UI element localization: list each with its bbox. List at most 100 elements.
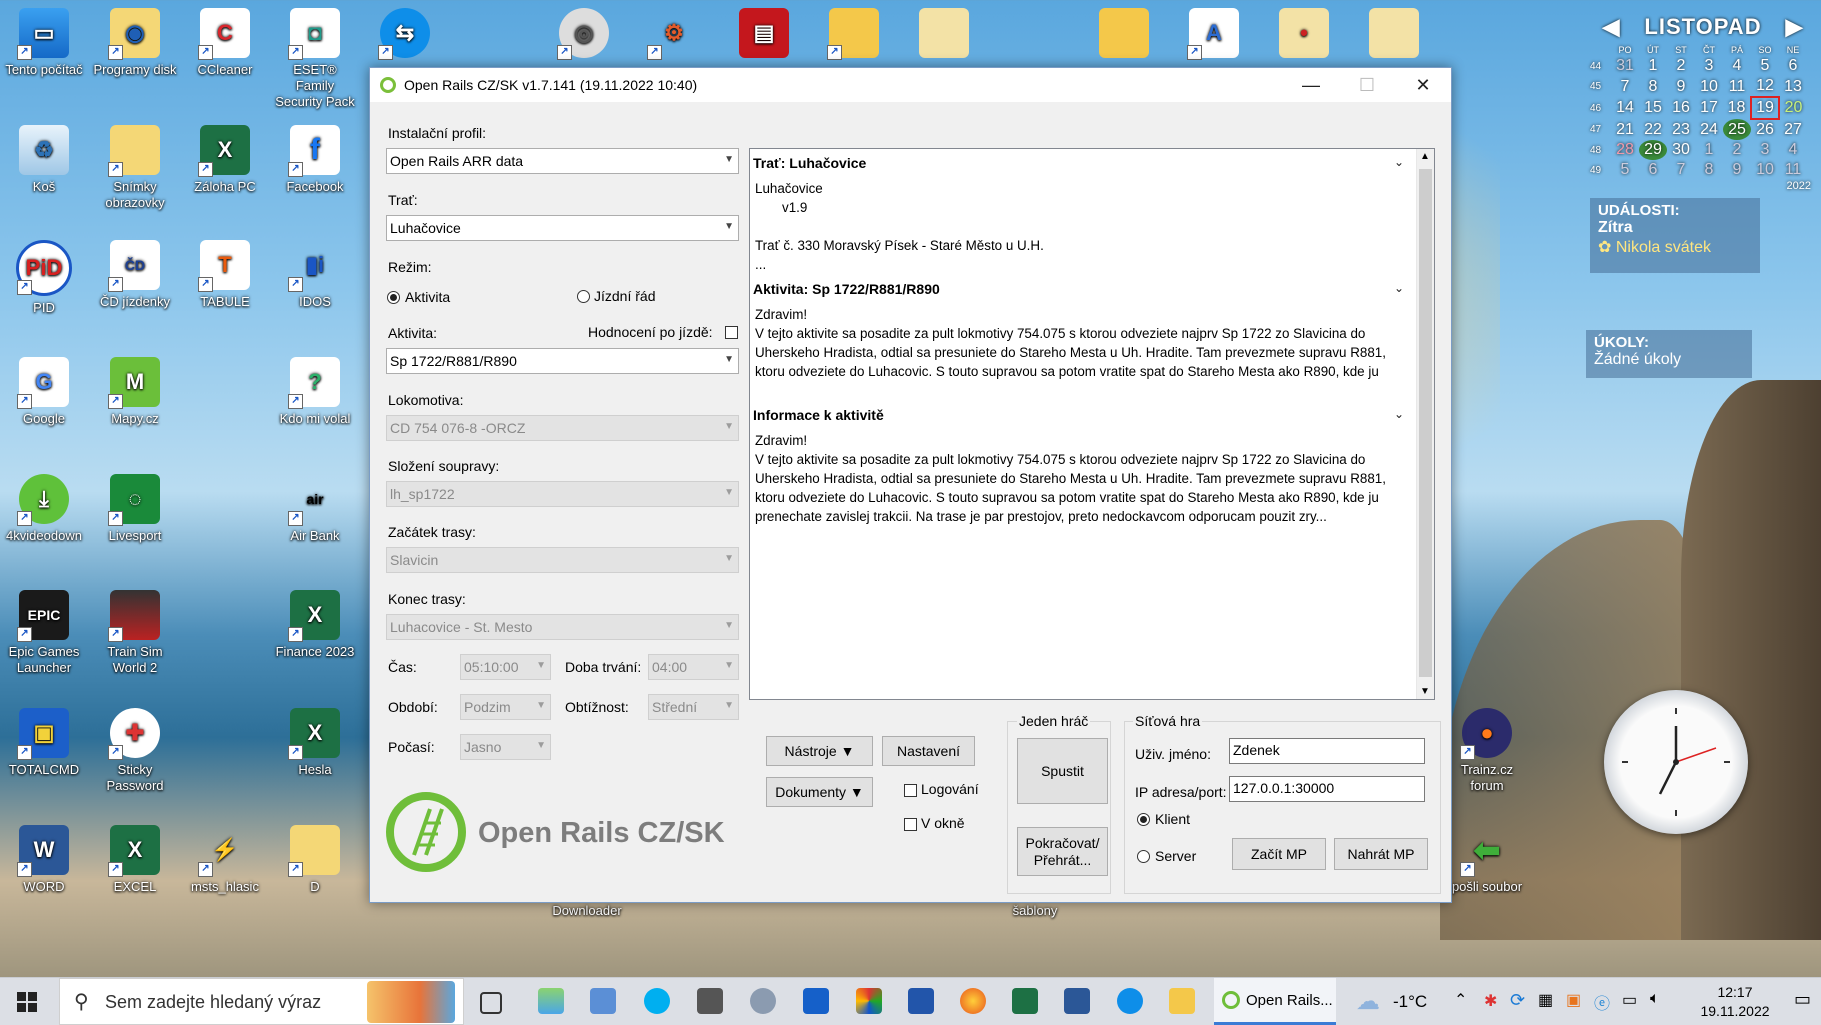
store-icon[interactable] xyxy=(803,988,829,1014)
weather-cloud-icon[interactable]: ☁ xyxy=(1356,987,1380,1016)
desktop-icon-facebook[interactable]: f ↗ Facebook xyxy=(273,125,357,195)
chevron-up-icon[interactable]: ▲ xyxy=(1420,151,1430,162)
activity-select[interactable]: Sp 1722/R881/R890 ▼ xyxy=(386,348,739,374)
client-label[interactable]: Klient xyxy=(1155,811,1190,827)
desktop-icon-google[interactable]: G ↗ Google xyxy=(2,357,86,427)
start-button[interactable]: Spustit xyxy=(1017,738,1108,804)
tray-icon-5[interactable]: ⓔ xyxy=(1594,990,1610,1014)
chevron-down-icon[interactable]: ⌄ xyxy=(1394,407,1404,421)
network-icon[interactable]: ▭ xyxy=(1622,990,1637,1010)
desktop-icon-screenshots[interactable]: ↗ Snímky obrazovky xyxy=(93,125,177,211)
windowed-checkbox[interactable] xyxy=(904,818,917,831)
desktop-icon-tabule[interactable]: T ↗ TABULE xyxy=(183,240,267,310)
desktop-icon-totalcmd[interactable]: ▣ ↗ TOTALCMD xyxy=(2,708,86,778)
file-explorer-icon[interactable] xyxy=(1169,988,1195,1014)
desktop-icon-hesla[interactable]: X ↗ Hesla xyxy=(273,708,357,778)
desktop-icon-epic-games[interactable]: EPIC ↗ Epic Games Launcher xyxy=(2,590,86,676)
tasks-panel[interactable]: ÚKOLY: Žádné úkoly xyxy=(1586,330,1752,378)
ip-port-input[interactable]: 127.0.0.1:30000 xyxy=(1229,776,1425,802)
desktop-icon-mapy[interactable]: M ↗ Mapy.cz xyxy=(93,357,177,427)
volume-icon[interactable]: 🔈︎ xyxy=(1650,990,1660,1008)
desktop-icon-tool[interactable]: ⚙ ↗ xyxy=(632,8,716,62)
desktop-icon-train-sim-world[interactable]: ↗ Train Sim World 2 xyxy=(93,590,177,676)
rating-checkbox[interactable] xyxy=(725,326,738,339)
desktop-icon-zaloha-pc[interactable]: X ↗ Záloha PC xyxy=(183,125,267,195)
taskbar-clock[interactable]: 12:17 19.11.2022 xyxy=(1690,983,1780,1021)
route-select[interactable]: Luhačovice ▼ xyxy=(386,215,739,241)
difficulty-select[interactable]: Střední ▼ xyxy=(648,694,739,720)
start-mp-button[interactable]: Začít MP xyxy=(1232,838,1326,870)
server-label[interactable]: Server xyxy=(1155,848,1196,864)
info-scrollbar[interactable]: ▲ ▼ xyxy=(1416,149,1434,699)
close-button[interactable]: ✕ xyxy=(1395,68,1451,102)
skype-icon[interactable] xyxy=(644,988,670,1014)
taskbar-computer-icon[interactable] xyxy=(590,988,616,1014)
activity-details-header[interactable]: Informace k aktivitě xyxy=(753,407,884,423)
info-panel[interactable]: Trať: Luhačovice ⌄ Luhačovice v1.9 Trať … xyxy=(749,148,1435,700)
chevron-left-icon[interactable]: ◀ xyxy=(1602,14,1620,40)
load-mp-button[interactable]: Nahrát MP xyxy=(1334,838,1428,870)
desktop-icon-pid[interactable]: PiD ↗ PID xyxy=(2,240,86,316)
desktop-icon-kdo-mi-volal[interactable]: ? ↗ Kdo mi volal xyxy=(273,357,357,427)
settings-button[interactable]: Nastavení xyxy=(882,736,975,766)
season-select[interactable]: Podzim ▼ xyxy=(460,694,551,720)
excel-taskbar-icon[interactable] xyxy=(1012,988,1038,1014)
taskbar-app-icon[interactable] xyxy=(538,988,564,1014)
calendar-today[interactable]: 19 xyxy=(1750,96,1780,120)
chevron-right-icon[interactable]: ▶ xyxy=(1786,14,1804,40)
logging-label[interactable]: Logování xyxy=(921,781,979,797)
desktop-icon-folder-a[interactable]: ↗ xyxy=(812,8,896,62)
tools-button[interactable]: Nástroje ▼ xyxy=(766,736,873,766)
route-info-header[interactable]: Trať: Luhačovice xyxy=(753,155,866,171)
taskbar-audio-icon[interactable] xyxy=(750,988,776,1014)
sticky-password-taskbar-icon[interactable] xyxy=(856,988,882,1014)
desktop-icon-ccleaner[interactable]: C ↗ CCleaner xyxy=(183,8,267,78)
desktop-icon-cd-jizdenky[interactable]: ČD ↗ ČD jízdenky xyxy=(93,240,177,310)
mode-activity-radio[interactable] xyxy=(387,291,400,304)
desktop-icon-disc[interactable]: ◎ ↗ xyxy=(542,8,626,62)
desktop-icon-folder-d[interactable]: • xyxy=(1262,8,1346,62)
server-radio[interactable] xyxy=(1137,850,1150,863)
desktop-icon-eset[interactable]: ◘ ↗ ESET® Family Security Pack xyxy=(273,8,357,110)
documents-button[interactable]: Dokumenty ▼ xyxy=(766,777,873,807)
tray-icon-2[interactable]: ⟳ xyxy=(1510,990,1525,1011)
desktop-icon-msts-hlasic[interactable]: ⚡ ↗ msts_hlasic xyxy=(183,825,267,895)
desktop-icon-excel[interactable]: X ↗ EXCEL xyxy=(93,825,177,895)
mode-activity-label[interactable]: Aktivita xyxy=(405,289,450,305)
consist-select[interactable]: lh_sp1722 ▼ xyxy=(386,481,739,507)
desktop-icon-finance-2023[interactable]: X ↗ Finance 2023 xyxy=(273,590,357,660)
chevron-up-icon[interactable]: ⌃ xyxy=(1454,990,1467,1010)
desktop-icon-idos[interactable]: ▮i ↗ IDOS xyxy=(273,240,357,310)
start-select[interactable]: Slavicin ▼ xyxy=(386,547,739,573)
chevron-down-icon[interactable]: ⌄ xyxy=(1394,281,1404,295)
time-select[interactable]: 05:10:00 ▼ xyxy=(460,654,551,680)
teamviewer-taskbar-icon[interactable] xyxy=(1117,988,1143,1014)
events-panel[interactable]: UDÁLOSTI: Zítra ✿ Nikola svátek xyxy=(1590,198,1760,273)
desktop-icon-posli-soubor[interactable]: ⬅ ↗ pošli soubor xyxy=(1445,825,1529,895)
temperature[interactable]: -1°C xyxy=(1393,992,1427,1012)
desktop-icon-d[interactable]: ↗ D xyxy=(273,825,357,895)
weather-select[interactable]: Jasno ▼ xyxy=(460,734,551,760)
resume-button[interactable]: Pokračovat/ Přehrát... xyxy=(1017,827,1108,876)
firefox-taskbar-icon[interactable] xyxy=(960,988,986,1014)
word-taskbar-icon[interactable] xyxy=(1064,988,1090,1014)
desktop-icon-word[interactable]: W ↗ WORD xyxy=(2,825,86,895)
totalcmd-icon[interactable] xyxy=(908,988,934,1014)
desktop-icon-4kvideodown[interactable]: ⤓ ↗ 4kvideodown xyxy=(2,474,86,544)
minimize-button[interactable]: — xyxy=(1283,68,1339,102)
logging-checkbox[interactable] xyxy=(904,784,917,797)
profile-select[interactable]: Open Rails ARR data ▼ xyxy=(386,148,739,174)
desktop-icon-this-pc[interactable]: ▭ ↗ Tento počítač xyxy=(2,8,86,78)
tray-icon-1[interactable]: ✱ xyxy=(1484,991,1497,1011)
calculator-icon[interactable] xyxy=(697,988,723,1014)
task-view-icon[interactable] xyxy=(480,992,502,1014)
taskbar-open-rails[interactable]: Open Rails... xyxy=(1214,978,1336,1025)
desktop-icon-sablony[interactable]: šablony xyxy=(993,903,1077,919)
mode-timetable-label[interactable]: Jízdní řád xyxy=(594,288,655,304)
desktop-icon-teamviewer[interactable]: ⇆ ↗ xyxy=(363,8,447,62)
window-titlebar[interactable]: Open Rails CZ/SK v1.7.141 (19.11.2022 10… xyxy=(370,68,1451,102)
start-button-windows[interactable] xyxy=(17,992,37,1012)
desktop-icon-folder-b[interactable] xyxy=(902,8,986,62)
desktop-icon-folder-e[interactable] xyxy=(1352,8,1436,62)
desktop-icon-sticky-password[interactable]: ✚ ↗ Sticky Password xyxy=(93,708,177,794)
